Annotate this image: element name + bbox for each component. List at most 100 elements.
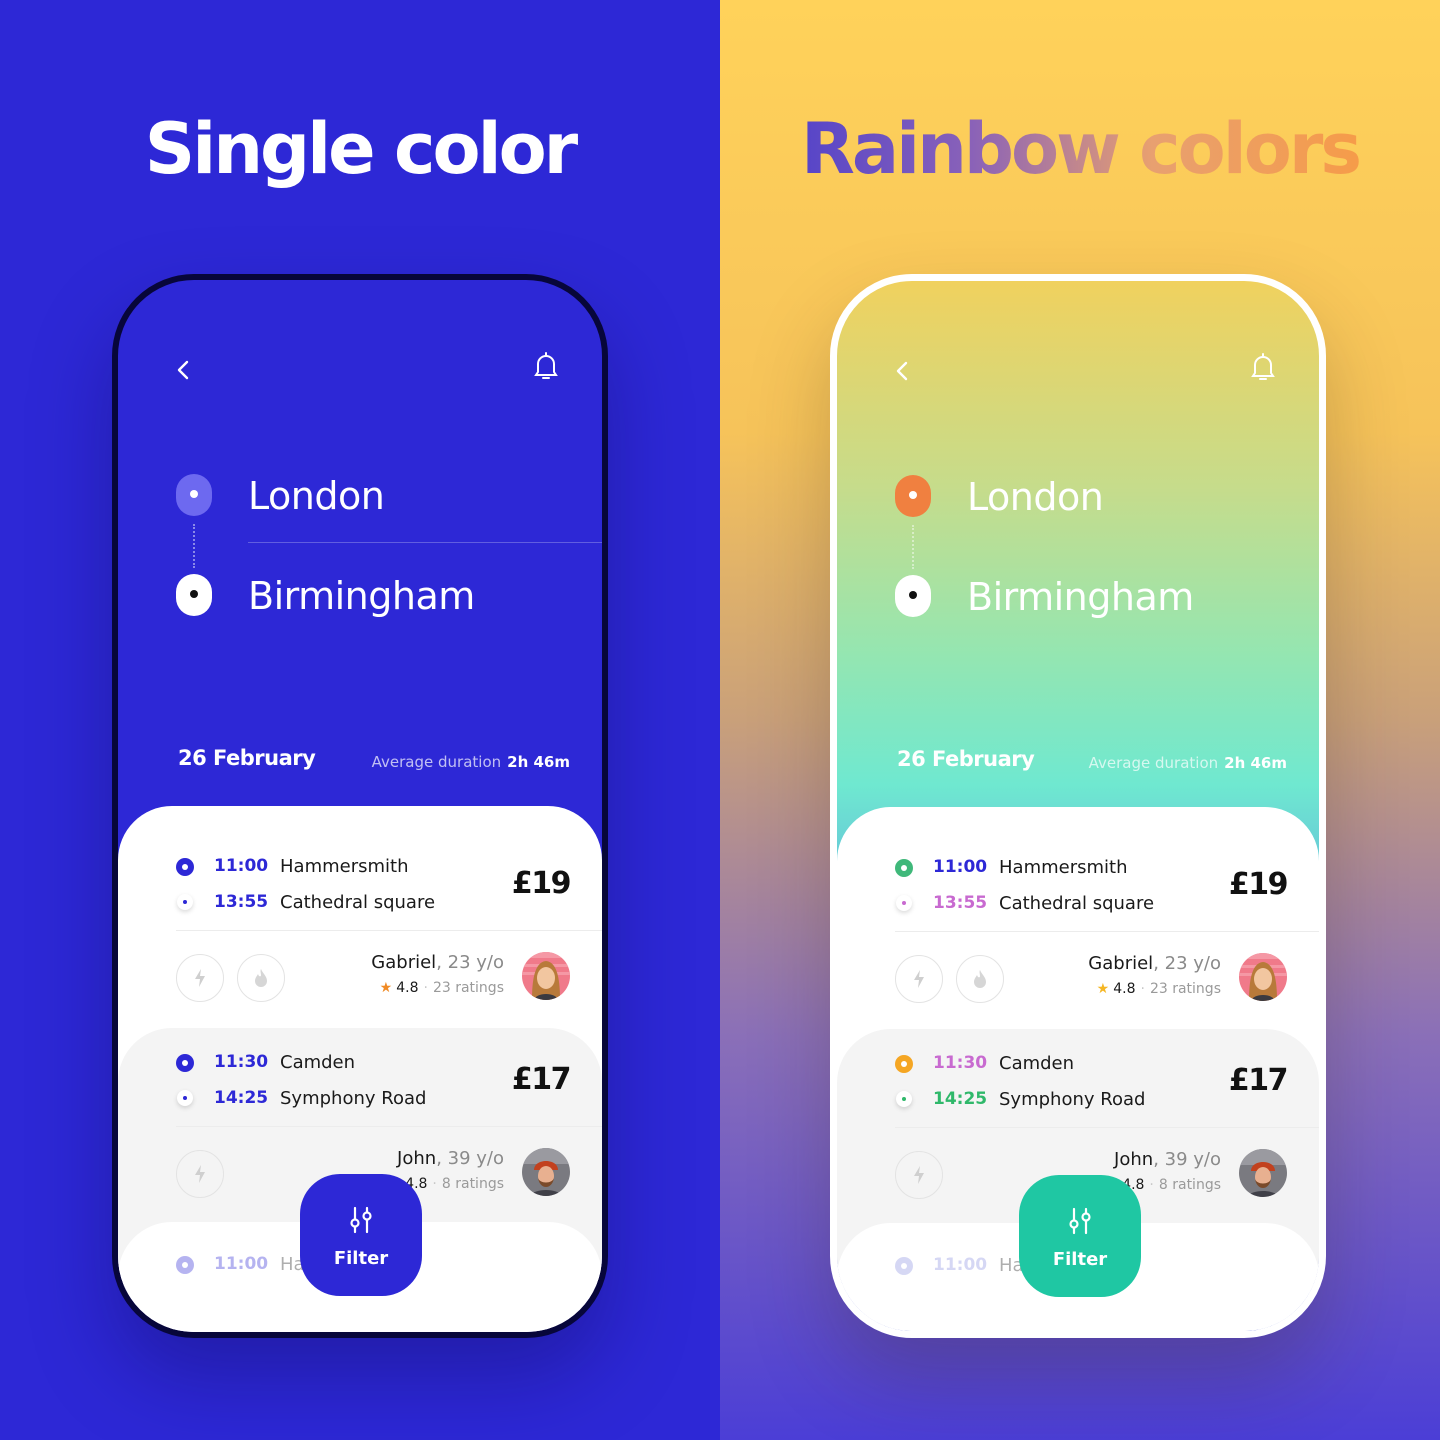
duration-value: 2h 46m — [1224, 754, 1287, 772]
depart-stop: Camden — [280, 1052, 356, 1073]
back-chevron-icon[interactable] — [174, 358, 194, 382]
driver-avatar[interactable] — [1239, 1149, 1287, 1197]
depart-time: 11:00 — [933, 1255, 988, 1275]
filter-button[interactable]: Filter — [1019, 1175, 1141, 1297]
depart-time: 11:30 — [214, 1052, 269, 1072]
star-icon: ★ — [379, 980, 393, 996]
filter-label: Filter — [333, 1248, 389, 1269]
destination-city[interactable]: Birmingham — [248, 574, 475, 618]
driver-first-name: John — [1114, 1149, 1154, 1170]
instant-booking-badge[interactable] — [176, 954, 224, 1002]
driver-name[interactable]: Gabriel, 23 y/o — [371, 952, 504, 973]
filter-button[interactable]: Filter — [300, 1174, 422, 1296]
travel-date[interactable]: 26 February — [897, 747, 1035, 771]
route-origin-marker — [895, 475, 931, 517]
instant-booking-badge[interactable] — [895, 1151, 943, 1199]
ratings-count: 8 ratings — [441, 1176, 504, 1192]
arrive-time: 14:25 — [214, 1088, 269, 1108]
rainbow-colors-panel: Rainbow colors London Birmingham 26 Febr… — [720, 0, 1440, 1440]
arrive-time: 14:25 — [933, 1089, 988, 1109]
depart-stop: Hammersmith — [999, 857, 1128, 878]
arrive-dot — [896, 895, 912, 911]
instant-booking-badge[interactable] — [895, 955, 943, 1003]
driver-first-name: Gabriel — [1088, 953, 1154, 974]
headline-single-color: Single color — [144, 108, 578, 190]
lightning-icon — [195, 969, 205, 987]
driver-first-name: Gabriel — [371, 952, 437, 973]
duration-value: 2h 46m — [507, 753, 570, 771]
arrive-dot — [896, 1091, 912, 1107]
driver-rating: 4.8 · 8 ratings — [405, 1176, 504, 1192]
flame-icon — [974, 970, 986, 988]
origin-city[interactable]: London — [248, 474, 385, 518]
driver-rating: 4.8 · 8 ratings — [1122, 1177, 1221, 1193]
duration-label: Average duration — [371, 753, 502, 771]
arrive-stop: Symphony Road — [999, 1089, 1146, 1110]
instant-booking-badge[interactable] — [176, 1150, 224, 1198]
divider — [176, 1126, 602, 1127]
ride-price: £17 — [511, 1062, 572, 1097]
depart-dot — [176, 1256, 194, 1274]
driver-age: , 39 y/o — [1153, 1149, 1221, 1170]
driver-rating: ★ 4.8 · 23 ratings — [1096, 981, 1221, 997]
driver-name[interactable]: Gabriel, 23 y/o — [1088, 953, 1221, 974]
filter-sliders-icon — [350, 1206, 372, 1234]
rating-value: 4.8 — [396, 980, 419, 996]
arrive-stop: Cathedral square — [999, 893, 1155, 914]
driver-age: , 23 y/o — [1153, 953, 1221, 974]
depart-dot — [176, 858, 194, 876]
driver-name[interactable]: John, 39 y/o — [397, 1148, 504, 1169]
back-chevron-icon[interactable] — [893, 359, 913, 383]
depart-time: 11:00 — [214, 856, 269, 876]
depart-stop: Hammersmith — [280, 856, 409, 877]
origin-city[interactable]: London — [967, 475, 1104, 519]
driver-name[interactable]: John, 39 y/o — [1114, 1149, 1221, 1170]
arrive-stop: Cathedral square — [280, 892, 436, 913]
arrive-stop: Symphony Road — [280, 1088, 427, 1109]
arrive-time: 13:55 — [214, 892, 269, 912]
phone-rainbow-colors: London Birmingham 26 February Average du… — [830, 274, 1326, 1338]
depart-time: 11:00 — [214, 1254, 269, 1274]
depart-dot — [895, 1257, 913, 1275]
depart-dot — [176, 1054, 194, 1072]
depart-time: 11:30 — [933, 1053, 988, 1073]
route-connector — [193, 524, 195, 568]
average-duration: Average duration 2h 46m — [372, 753, 570, 771]
filter-label: Filter — [1052, 1249, 1108, 1270]
route-destination-marker — [895, 575, 931, 617]
driver-first-name: John — [397, 1148, 437, 1169]
phone-single-color: London Birmingham 26 February Average du… — [112, 274, 608, 1338]
route-connector — [912, 525, 914, 569]
travel-date[interactable]: 26 February — [178, 746, 316, 770]
depart-stop: Camden — [999, 1053, 1075, 1074]
driver-age: , 39 y/o — [436, 1148, 504, 1169]
ride-price: £19 — [511, 866, 572, 901]
bell-icon[interactable] — [1249, 351, 1277, 383]
bell-icon[interactable] — [532, 350, 560, 382]
route-divider — [248, 542, 602, 543]
destination-city[interactable]: Birmingham — [967, 575, 1194, 619]
arrive-dot — [177, 1090, 193, 1106]
headline-rainbow-colors: Rainbow colors — [720, 108, 1440, 190]
driver-avatar[interactable] — [522, 1148, 570, 1196]
flame-icon — [255, 969, 267, 987]
rating-value: 4.8 — [1113, 981, 1136, 997]
divider — [895, 931, 1319, 932]
lightning-icon — [195, 1165, 205, 1183]
ratings-count: 23 ratings — [432, 980, 504, 996]
driver-avatar[interactable] — [1239, 953, 1287, 1001]
arrive-time: 13:55 — [933, 893, 988, 913]
average-duration: Average duration 2h 46m — [1089, 754, 1287, 772]
divider — [176, 930, 602, 931]
driver-avatar[interactable] — [522, 952, 570, 1000]
duration-label: Average duration — [1088, 754, 1219, 772]
driver-rating: ★ 4.8 · 23 ratings — [379, 980, 504, 996]
depart-dot — [895, 1055, 913, 1073]
filter-sliders-icon — [1069, 1207, 1091, 1235]
depart-dot — [895, 859, 913, 877]
popular-badge[interactable] — [956, 955, 1004, 1003]
single-color-panel: Single color London Birmingham 26 Februa… — [0, 0, 720, 1440]
route-destination-marker — [176, 574, 212, 616]
star-icon: ★ — [1096, 981, 1110, 997]
popular-badge[interactable] — [237, 954, 285, 1002]
